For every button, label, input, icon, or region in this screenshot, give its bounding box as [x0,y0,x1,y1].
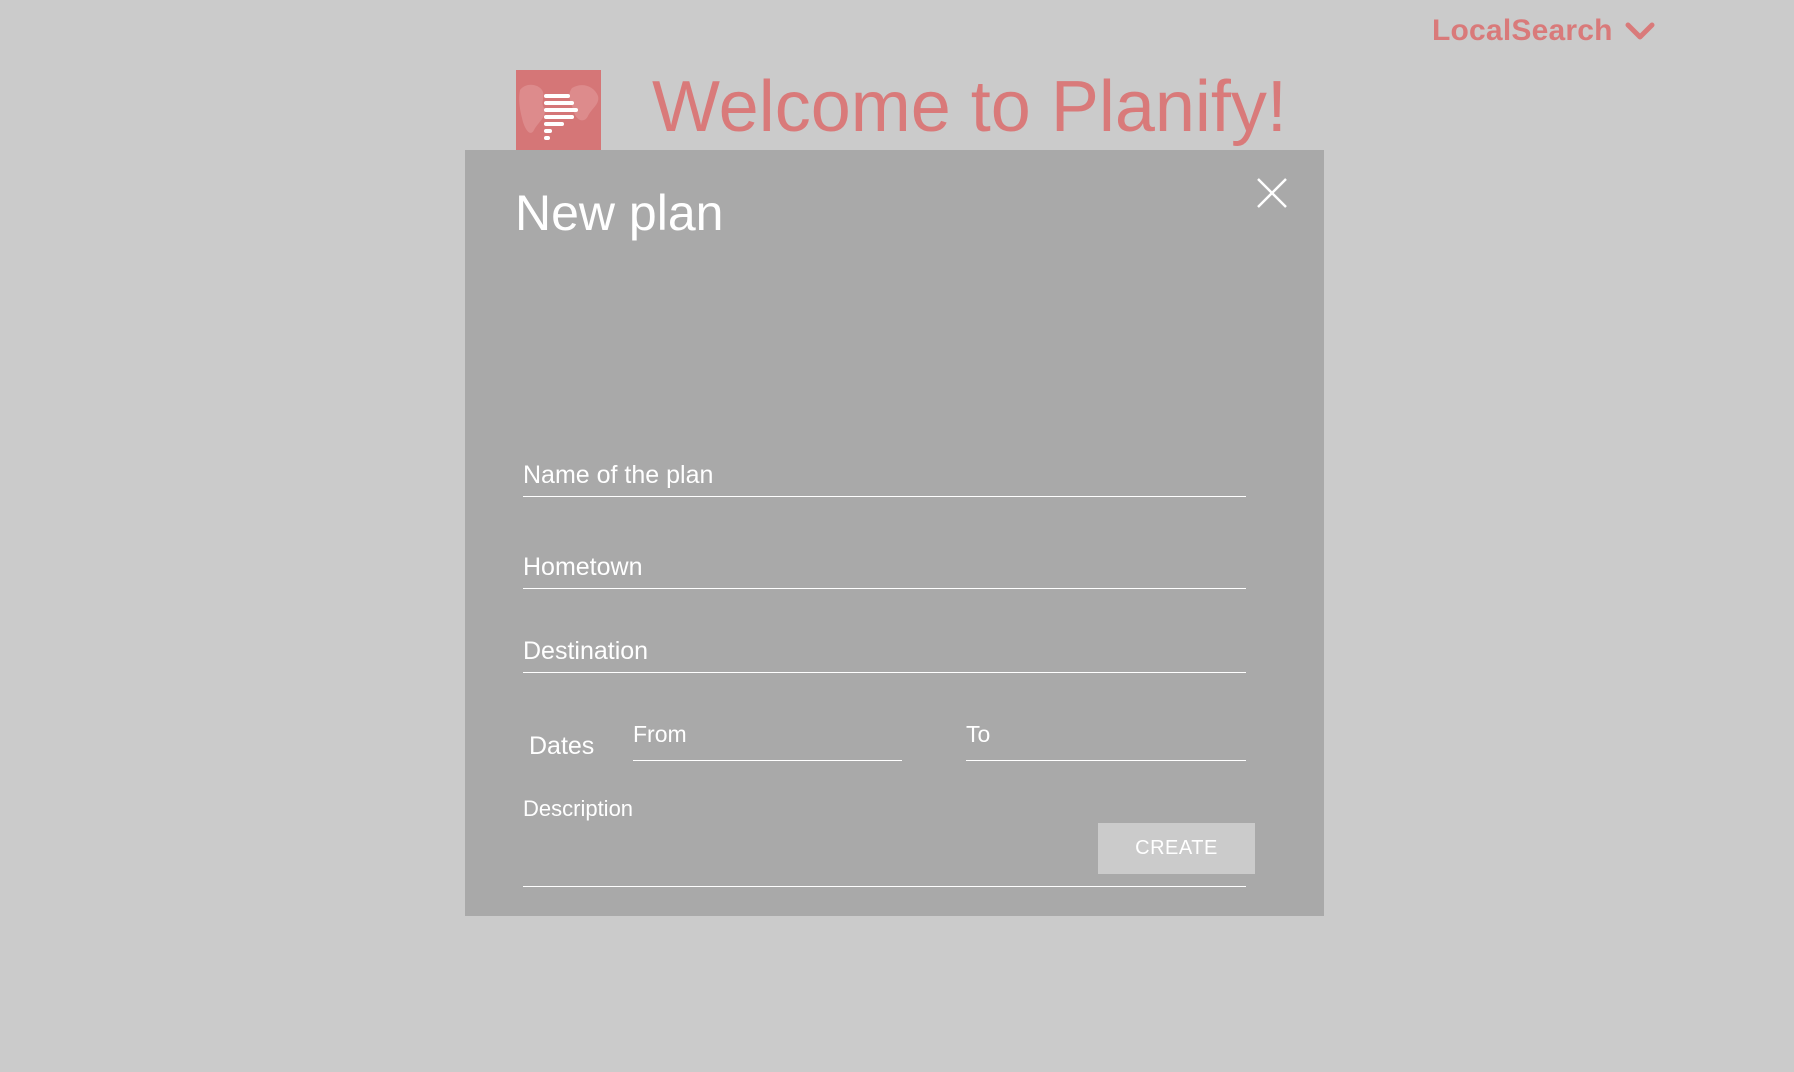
account-menu-label: LocalSearch [1432,14,1613,47]
chevron-down-icon [1625,21,1655,41]
create-button[interactable]: CREATE [1098,823,1255,874]
description-label: Description [523,796,634,821]
hometown-placeholder: Hometown [523,553,643,581]
account-menu[interactable]: LocalSearch [1432,14,1655,48]
new-plan-dialog: New plan Name of the plan Hometown Desti… [465,150,1324,916]
hometown-input[interactable]: Hometown [523,538,1246,589]
date-to-placeholder: To [966,721,991,747]
date-to-input[interactable]: To [966,710,1246,761]
dates-label: Dates [529,732,595,760]
date-from-placeholder: From [633,721,687,747]
plan-name-placeholder: Name of the plan [523,461,714,489]
close-icon[interactable] [1255,176,1289,210]
destination-input[interactable]: Destination [523,622,1246,673]
plan-name-input[interactable]: Name of the plan [523,446,1246,497]
welcome-title: Welcome to Planify! [652,67,1287,147]
app-logo [516,70,601,150]
destination-placeholder: Destination [523,637,649,665]
date-from-input[interactable]: From [633,710,902,761]
dialog-title: New plan [515,185,724,241]
